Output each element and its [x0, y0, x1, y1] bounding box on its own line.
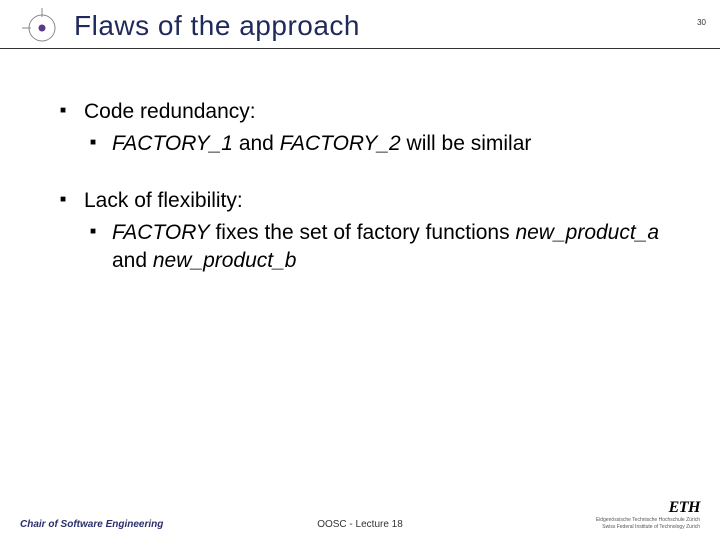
slide: Flaws of the approach 30 Code redundancy… [0, 0, 720, 540]
slide-body: Code redundancy: FACTORY_1 and FACTORY_2 … [0, 48, 720, 276]
eth-subtitle-1: Eidgenössische Technische Hochschule Zür… [596, 518, 700, 524]
sub-bullet-item: FACTORY_1 and FACTORY_2 will be similar [84, 130, 680, 158]
target-icon [22, 8, 62, 48]
bullet-suffix: : [237, 189, 243, 212]
sub-bullet-list: FACTORY_1 and FACTORY_2 will be similar [84, 130, 680, 158]
eth-subtitle-2: Swiss Federal Institute of Technology Zu… [596, 525, 700, 531]
text-run: and [112, 249, 153, 272]
text-run: and [233, 132, 280, 155]
text-run: fixes the set of factory functions [210, 221, 516, 244]
bullet-item: Lack of flexibility: FACTORY fixes the se… [60, 187, 680, 276]
header-rule [0, 48, 720, 49]
text-run: FACTORY_1 [112, 132, 233, 155]
page-number: 30 [697, 18, 706, 27]
text-run: FACTORY [112, 221, 210, 244]
text-run: new_product_a [515, 221, 659, 244]
sub-bullet-list: FACTORY fixes the set of factory functio… [84, 219, 680, 276]
bullet-label: Lack of flexibility [84, 189, 237, 212]
text-run: new_product_b [153, 249, 297, 272]
slide-header: Flaws of the approach 30 [0, 0, 720, 48]
footer-right: ETH Eidgenössische Technische Hochschule… [596, 499, 700, 530]
slide-title: Flaws of the approach [74, 10, 700, 42]
bullet-list: Code redundancy: FACTORY_1 and FACTORY_2 … [60, 98, 680, 276]
sub-bullet-item: FACTORY fixes the set of factory functio… [84, 219, 680, 276]
bullet-suffix: : [250, 100, 256, 123]
footer-left: Chair of Software Engineering [20, 519, 163, 530]
eth-logo: ETH [596, 499, 700, 517]
bullet-label: Code redundancy [84, 100, 250, 123]
text-run: FACTORY_2 [280, 132, 401, 155]
bullet-item: Code redundancy: FACTORY_1 and FACTORY_2 … [60, 98, 680, 159]
footer-center: OOSC - Lecture 18 [317, 519, 403, 530]
text-run: will be similar [401, 132, 532, 155]
